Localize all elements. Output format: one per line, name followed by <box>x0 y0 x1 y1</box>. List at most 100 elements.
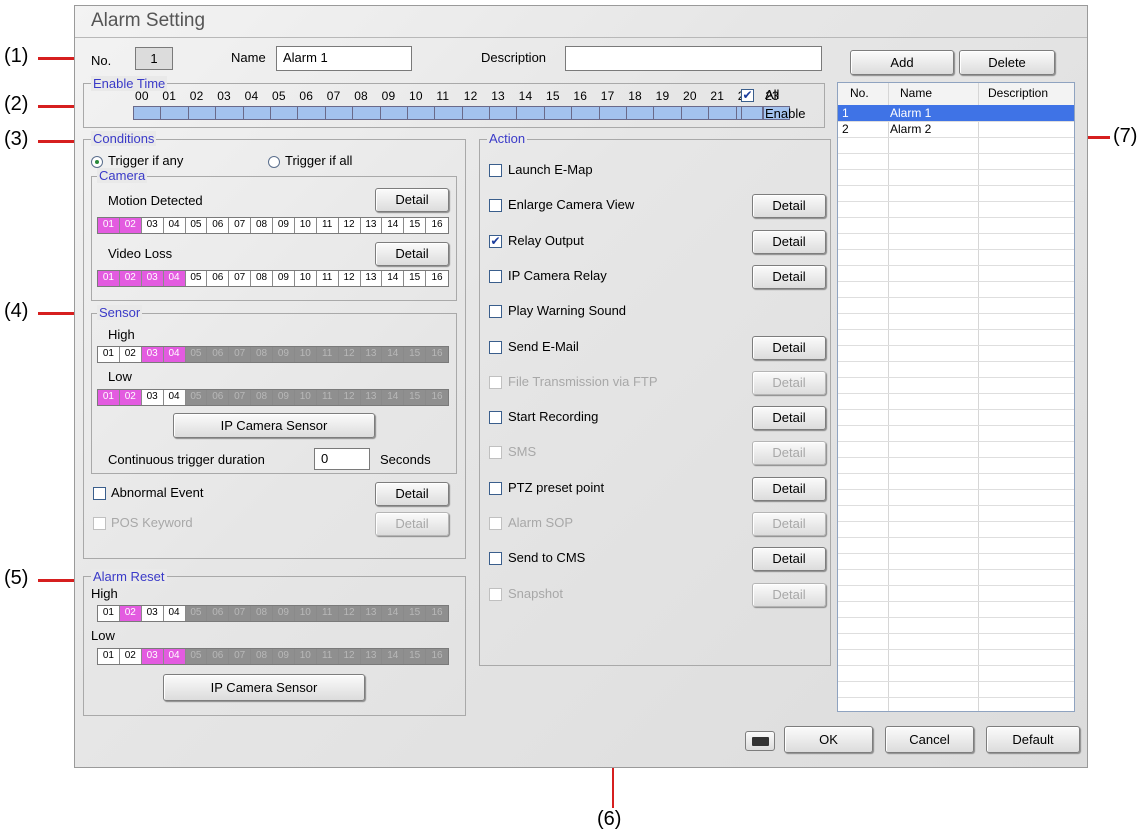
sensor-ip-camera-sensor-button[interactable]: IP Camera Sensor <box>173 413 375 438</box>
channel-cell[interactable]: 12 <box>338 390 361 405</box>
hour-cell[interactable] <box>680 106 709 120</box>
hour-cell[interactable] <box>571 106 599 120</box>
action-detail-button[interactable]: Detail <box>752 406 826 431</box>
channel-cell[interactable]: 11 <box>316 649 339 664</box>
channel-cell[interactable]: 07 <box>229 347 252 362</box>
action-checkbox[interactable] <box>489 199 502 213</box>
channel-cell[interactable]: 13 <box>360 347 383 362</box>
channel-cell[interactable]: 16 <box>426 218 448 233</box>
hour-cell[interactable] <box>516 106 544 120</box>
column-header[interactable]: No. <box>850 86 869 100</box>
duration-input[interactable]: 0 <box>314 448 370 470</box>
abnormal-event-checkbox[interactable] <box>93 487 106 500</box>
channel-cell[interactable]: 13 <box>360 606 383 621</box>
hour-cell[interactable] <box>626 106 654 120</box>
channel-cell[interactable]: 02 <box>119 390 142 405</box>
channel-cell[interactable]: 08 <box>251 606 273 621</box>
channel-cell[interactable]: 08 <box>251 271 273 286</box>
ok-button[interactable]: OK <box>784 726 873 753</box>
channel-cell[interactable]: 02 <box>119 606 142 621</box>
reset-high-channel-row[interactable]: 01 02 03 04 05 06 07 08 09 10 11 12 13 14 15 16 <box>97 605 449 622</box>
hour-cell[interactable] <box>543 106 572 120</box>
table-cell[interactable]: 1 <box>842 106 849 120</box>
channel-cell[interactable]: 09 <box>273 218 295 233</box>
abnormal-event-detail-button[interactable]: Detail <box>375 482 449 506</box>
channel-cell[interactable]: 02 <box>119 649 142 664</box>
channel-cell[interactable]: 16 <box>426 390 448 405</box>
channel-cell[interactable]: 15 <box>404 606 427 621</box>
channel-cell[interactable]: 04 <box>163 649 186 664</box>
channel-cell[interactable]: 12 <box>338 606 361 621</box>
hour-cell[interactable] <box>406 106 435 120</box>
channel-cell[interactable]: 04 <box>163 390 186 405</box>
channel-cell[interactable]: 11 <box>316 390 339 405</box>
action-detail-button[interactable]: Detail <box>752 370 826 395</box>
channel-cell[interactable]: 13 <box>360 390 383 405</box>
channel-cell[interactable]: 06 <box>207 649 230 664</box>
channel-cell[interactable]: 13 <box>360 218 383 233</box>
channel-cell[interactable]: 08 <box>251 347 273 362</box>
channel-cell[interactable]: 09 <box>273 649 295 664</box>
action-detail-button[interactable]: Detail <box>752 264 826 289</box>
channel-cell[interactable]: 10 <box>294 347 317 362</box>
column-header[interactable]: Name <box>900 86 932 100</box>
channel-cell[interactable]: 16 <box>426 347 448 362</box>
channel-cell[interactable]: 13 <box>360 271 383 286</box>
videoloss-detail-button[interactable]: Detail <box>375 242 449 266</box>
channel-cell[interactable]: 01 <box>98 271 120 286</box>
channel-cell[interactable]: 15 <box>404 347 427 362</box>
channel-cell[interactable]: 16 <box>426 271 448 286</box>
action-checkbox[interactable] <box>489 517 502 530</box>
channel-cell[interactable]: 13 <box>360 649 383 664</box>
channel-cell[interactable]: 04 <box>163 271 186 286</box>
action-checkbox[interactable] <box>489 587 502 601</box>
channel-cell[interactable]: 09 <box>273 606 295 621</box>
trigger-any-radio[interactable] <box>91 156 103 168</box>
channel-cell[interactable]: 01 <box>98 218 120 233</box>
channel-cell[interactable]: 07 <box>229 271 252 286</box>
hour-cell[interactable] <box>598 106 627 120</box>
channel-cell[interactable]: 11 <box>316 271 339 286</box>
hour-cell[interactable] <box>352 106 380 120</box>
sensor-high-channel-row[interactable]: 01 02 03 04 05 06 07 08 09 10 11 12 13 14 15 16 <box>97 346 449 363</box>
reset-ip-camera-sensor-button[interactable]: IP Camera Sensor <box>163 674 365 701</box>
channel-cell[interactable]: 01 <box>98 649 120 664</box>
hour-cell[interactable] <box>653 106 681 120</box>
hour-cell[interactable] <box>269 106 298 120</box>
channel-cell[interactable]: 10 <box>294 271 317 286</box>
hour-cell[interactable] <box>215 106 243 120</box>
action-detail-button[interactable]: Detail <box>752 547 826 572</box>
channel-cell[interactable]: 03 <box>141 271 164 286</box>
all-checkbox[interactable]: ✔ <box>741 89 754 102</box>
cancel-button[interactable]: Cancel <box>885 726 974 753</box>
hour-cell[interactable] <box>242 106 270 120</box>
channel-cell[interactable]: 06 <box>207 271 230 286</box>
channel-cell[interactable]: 11 <box>316 606 339 621</box>
channel-cell[interactable]: 01 <box>98 390 120 405</box>
channel-cell[interactable]: 16 <box>426 649 448 664</box>
channel-cell[interactable]: 05 <box>185 218 208 233</box>
channel-cell[interactable]: 10 <box>294 218 317 233</box>
action-detail-button[interactable]: Detail <box>752 441 826 466</box>
column-header[interactable]: Description <box>988 86 1048 100</box>
channel-cell[interactable]: 12 <box>338 347 361 362</box>
channel-cell[interactable]: 09 <box>273 347 295 362</box>
channel-cell[interactable]: 05 <box>185 606 208 621</box>
action-detail-button[interactable]: Detail <box>752 335 826 360</box>
hour-cell[interactable] <box>297 106 325 120</box>
channel-cell[interactable]: 06 <box>207 606 230 621</box>
action-checkbox[interactable]: ✔ <box>489 234 502 248</box>
channel-cell[interactable]: 14 <box>382 218 405 233</box>
channel-cell[interactable]: 04 <box>163 606 186 621</box>
channel-cell[interactable]: 08 <box>251 390 273 405</box>
channel-cell[interactable]: 08 <box>251 218 273 233</box>
channel-cell[interactable]: 14 <box>382 271 405 286</box>
motion-detail-button[interactable]: Detail <box>375 188 449 212</box>
channel-cell[interactable]: 03 <box>141 606 164 621</box>
hour-cell[interactable] <box>461 106 490 120</box>
description-input[interactable] <box>565 46 822 71</box>
channel-cell[interactable]: 04 <box>163 347 186 362</box>
hour-cells[interactable] <box>133 106 791 120</box>
delete-button[interactable]: Delete <box>959 50 1055 75</box>
pos-keyword-detail-button[interactable]: Detail <box>375 512 449 536</box>
